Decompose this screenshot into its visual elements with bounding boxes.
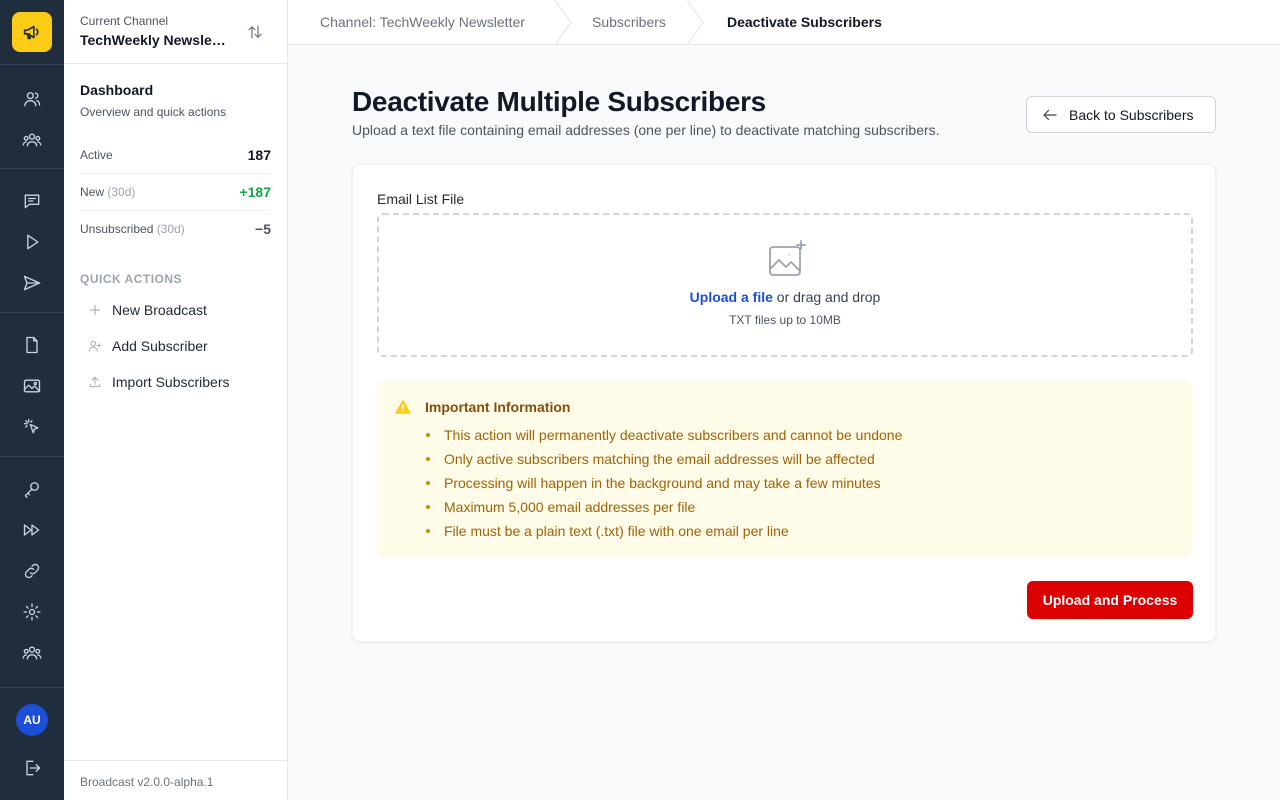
play-icon[interactable]	[20, 230, 44, 254]
email-list-file-label: Email List File	[377, 191, 465, 207]
stat-active: Active 187	[80, 136, 271, 173]
breadcrumb: Channel: TechWeekly Newsletter Subscribe…	[288, 0, 1280, 45]
fast-forward-icon[interactable]	[20, 518, 44, 542]
gear-icon[interactable]	[20, 600, 44, 624]
alert-list: This action will permanently deactivate …	[425, 427, 902, 547]
list-item: Maximum 5,000 email addresses per file	[425, 499, 902, 523]
image-icon[interactable]	[20, 374, 44, 398]
plus-icon	[89, 304, 101, 316]
quick-action-label: Add Subscriber	[112, 338, 208, 354]
current-channel-label: Current Channel	[80, 14, 169, 28]
breadcrumb-channel[interactable]: Channel: TechWeekly Newsletter	[320, 14, 525, 30]
key-icon[interactable]	[20, 477, 44, 501]
link-icon[interactable]	[20, 559, 44, 583]
import-subscribers-button[interactable]: Import Subscribers	[88, 372, 229, 392]
page-title: Deactivate Multiple Subscribers	[352, 86, 766, 117]
team-icon[interactable]	[20, 641, 44, 665]
back-to-subscribers-button[interactable]: Back to Subscribers	[1026, 96, 1216, 133]
upload-and-process-button[interactable]: Upload and Process	[1027, 581, 1193, 619]
drag-drop-text: or drag and drop	[772, 289, 881, 305]
stat-label: Unsubscribed	[80, 222, 154, 236]
users-icon[interactable]	[20, 87, 44, 111]
stat-value: +187	[239, 184, 271, 200]
avatar[interactable]: AU	[16, 704, 48, 736]
back-button-label: Back to Subscribers	[1069, 106, 1194, 123]
logout-icon[interactable]	[20, 756, 44, 780]
user-plus-icon	[88, 340, 102, 352]
image-upload-icon	[769, 240, 806, 276]
document-icon[interactable]	[20, 333, 44, 357]
upload-file-link[interactable]: Upload a file	[690, 289, 773, 305]
file-type-hint: TXT files up to 10MB	[729, 313, 841, 327]
send-icon[interactable]	[20, 271, 44, 295]
dashboard-title[interactable]: Dashboard	[80, 82, 153, 98]
page-subtitle: Upload a text file containing email addr…	[352, 122, 940, 138]
app-version: Broadcast v2.0.0-alpha.1	[64, 760, 287, 800]
stat-new: New (30d) +187	[80, 173, 271, 210]
add-subscriber-button[interactable]: Add Subscriber	[88, 336, 208, 356]
arrow-left-icon	[1043, 109, 1057, 120]
stat-unsubscribed: Unsubscribed (30d) −5	[80, 210, 271, 247]
quick-actions-heading: QUICK ACTIONS	[80, 272, 183, 286]
breadcrumb-current: Deactivate Subscribers	[727, 14, 882, 30]
dashboard-subtitle: Overview and quick actions	[80, 105, 227, 119]
new-broadcast-button[interactable]: New Broadcast	[88, 300, 207, 320]
list-item: This action will permanently deactivate …	[425, 427, 902, 451]
icon-rail: AU	[0, 0, 64, 800]
channel-name: TechWeekly Newsletter	[80, 32, 230, 48]
stat-value: −5	[255, 221, 271, 237]
pointer-icon[interactable]	[20, 415, 44, 439]
stat-value: 187	[247, 146, 271, 163]
channel-sidebar: Current Channel TechWeekly Newsletter Da…	[64, 0, 288, 800]
stat-label: Active	[80, 147, 113, 162]
stat-period: (30d)	[107, 185, 136, 199]
chevron-right-icon	[686, 0, 704, 45]
list-item: Only active subscribers matching the ema…	[425, 451, 902, 475]
important-info-alert: Important Information This action will p…	[377, 381, 1193, 557]
megaphone-icon[interactable]	[12, 12, 52, 52]
list-item: Processing will happen in the background…	[425, 475, 902, 499]
stat-label: New	[80, 185, 105, 199]
channel-switcher[interactable]: Current Channel TechWeekly Newsletter	[64, 0, 287, 64]
chevron-right-icon	[554, 0, 572, 45]
warning-icon	[394, 399, 412, 414]
quick-action-label: Import Subscribers	[112, 374, 230, 390]
alert-title: Important Information	[425, 399, 571, 415]
breadcrumb-subscribers[interactable]: Subscribers	[592, 14, 666, 30]
chat-icon[interactable]	[20, 189, 44, 213]
stat-period: (30d)	[156, 222, 185, 236]
quick-action-label: New Broadcast	[112, 302, 207, 318]
upload-icon	[89, 376, 101, 388]
upload-card: Email List File Upload a file or drag an…	[352, 164, 1216, 642]
switch-arrows-icon[interactable]	[244, 21, 266, 43]
group-icon[interactable]	[20, 128, 44, 152]
list-item: File must be a plain text (.txt) file wi…	[425, 523, 902, 547]
file-dropzone[interactable]: Upload a file or drag and drop TXT files…	[377, 213, 1193, 357]
